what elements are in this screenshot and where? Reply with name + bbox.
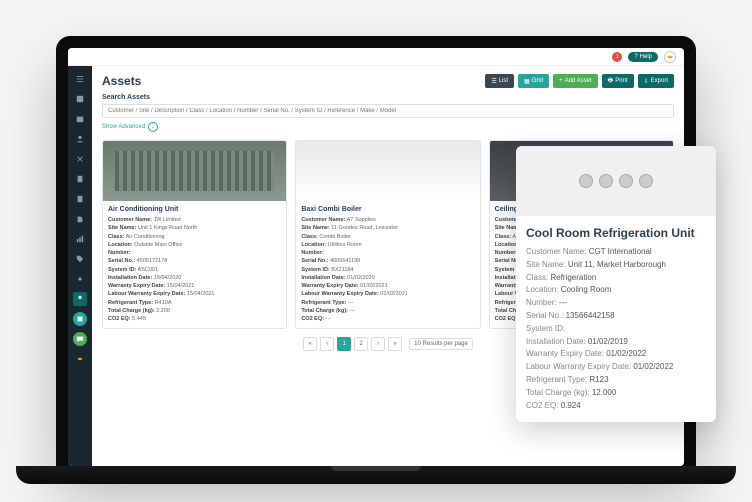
sidebar-item-tags[interactable] [73,252,87,266]
asset-card[interactable]: Baxi Combi Boiler Customer Name: A7 Supp… [295,140,480,329]
sidebar-item-brand [73,352,87,366]
asset-card[interactable]: Air Conditioning Unit Customer Name: JW … [102,140,287,329]
pager-page[interactable]: 2 [354,337,368,351]
laptop-base [16,466,736,484]
laptop-frame: 1 ? Help [56,36,696,466]
print-button[interactable]: 🖶 Print [602,74,634,88]
view-list-button[interactable]: ☰ List [485,74,514,88]
asset-title: Air Conditioning Unit [108,206,281,213]
search-input[interactable] [102,104,674,118]
toolbar: ☰ List ▦ Grid + Add Asset 🖶 Print ⇩ Expo… [485,74,674,88]
pager-last[interactable]: » [388,337,402,351]
sidebar-item-customers[interactable] [73,132,87,146]
brand-logo [664,51,676,63]
notification-badge[interactable]: 1 [612,52,622,62]
fan-icon [599,174,613,188]
fan-icon [619,174,633,188]
sidebar-item-invoices[interactable] [73,192,87,206]
sidebar-item-dashboard[interactable] [73,92,87,106]
view-grid-button[interactable]: ▦ Grid [518,74,549,88]
search-label: Search Assets [102,94,674,101]
pager-prev[interactable]: ‹ [320,337,334,351]
sidebar-item-add[interactable] [73,312,87,326]
sidebar-item-calendar[interactable] [73,112,87,126]
chevron-down-icon: ⌄ [148,122,158,132]
sidebar-item-settings[interactable] [73,272,87,286]
export-button[interactable]: ⇩ Export [638,74,674,88]
sidebar-item-reports[interactable] [73,232,87,246]
page-title: Assets [102,74,141,88]
pager-next[interactable]: › [371,337,385,351]
sidebar-item-jobs[interactable] [73,152,87,166]
pager-page[interactable]: 1 [337,337,351,351]
asset-detail-popout: Cool Room Refrigeration Unit Customer Na… [516,146,716,422]
sidebar-item-quotes[interactable] [73,172,87,186]
fan-icon [639,174,653,188]
popout-image [516,146,716,216]
page-header: Assets ☰ List ▦ Grid + Add Asset 🖶 Print… [102,74,674,88]
sidebar [68,66,92,466]
pager-first[interactable]: « [303,337,317,351]
help-button[interactable]: ? Help [628,52,658,62]
asset-image [296,141,479,201]
asset-title: Baxi Combi Boiler [301,206,474,213]
add-asset-button[interactable]: + Add Asset [553,74,598,88]
sidebar-item-chat[interactable] [73,332,87,346]
sidebar-item-files[interactable] [73,212,87,226]
top-bar: 1 ? Help [68,48,684,66]
fan-icon [579,174,593,188]
results-per-page[interactable]: 10 Results per page [409,338,473,350]
popout-title: Cool Room Refrigeration Unit [526,226,706,240]
menu-icon[interactable] [73,72,87,86]
asset-image [103,141,286,201]
sidebar-item-assets[interactable] [73,292,87,306]
show-advanced-toggle[interactable]: Show Advanced ⌄ [102,122,674,132]
